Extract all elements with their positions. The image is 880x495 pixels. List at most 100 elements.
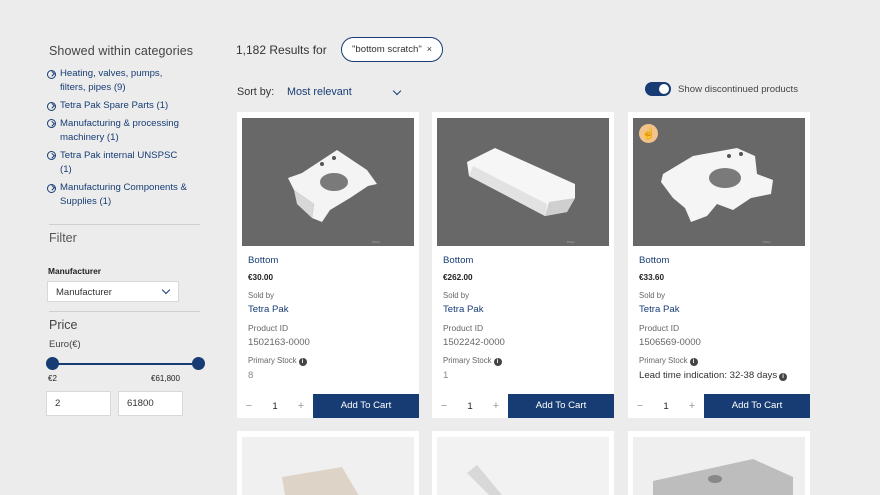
increment-button[interactable]: + (686, 400, 698, 412)
product-id: 1502242-0000 (443, 337, 505, 348)
quantity-value[interactable]: 1 (467, 401, 472, 412)
product-price: €262.00 (443, 273, 473, 282)
check-circle-icon (47, 151, 56, 161)
product-id-label: Product ID (639, 323, 680, 333)
show-discontinued-toggle[interactable] (645, 82, 671, 96)
close-icon[interactable]: × (427, 44, 432, 54)
svg-text:Photo: Photo (567, 240, 575, 244)
sold-by-label: Sold by (639, 291, 666, 300)
sort-label: Sort by: (237, 86, 275, 98)
product-id: 1506569-0000 (639, 337, 701, 348)
quantity-stepper: − 1 + (628, 394, 704, 418)
product-id-label: Product ID (443, 323, 484, 333)
increment-button[interactable]: + (490, 400, 502, 412)
svg-text:Photo: Photo (763, 240, 771, 244)
product-name-link[interactable]: Bottom (248, 255, 278, 266)
add-to-cart-button[interactable]: Add To Cart (313, 394, 419, 418)
results-count: 1,182 Results for (236, 43, 327, 57)
product-image[interactable]: Photo (242, 118, 414, 246)
stock-value: Lead time indication: 32-38 days i (639, 370, 788, 381)
seller-name: Tetra Pak (248, 304, 289, 315)
info-icon[interactable]: i (779, 373, 788, 381)
primary-stock-label: Primary Stock i (639, 356, 698, 366)
category-label: Tetra Pak internal UNSPSC (1) (60, 149, 178, 176)
price-max-label: €61,800 (151, 374, 180, 383)
product-image-drawing (633, 437, 805, 495)
decrement-button[interactable]: − (243, 400, 255, 412)
price-max-input[interactable]: 61800 (118, 391, 183, 416)
divider (49, 311, 200, 312)
product-card (432, 431, 614, 495)
primary-stock-label: Primary Stock i (248, 356, 307, 366)
product-image[interactable] (633, 437, 805, 495)
category-item-spare-parts[interactable]: Tetra Pak Spare Parts (1) (47, 99, 207, 113)
product-card (237, 431, 419, 495)
price-title: Price (49, 318, 78, 332)
stock-value: 1 (443, 370, 449, 381)
search-query-chip[interactable]: "bottom scratch" × (341, 37, 443, 62)
price-min-input[interactable]: 2 (46, 391, 111, 416)
info-icon[interactable]: i (298, 358, 307, 366)
category-label: Heating, valves, pumps, filters, pipes (… (60, 68, 163, 94)
category-label: Tetra Pak Spare Parts (1) (60, 100, 169, 112)
manufacturer-label: Manufacturer (48, 266, 102, 276)
category-item-components[interactable]: Manufacturing Components & Supplies (1) (47, 181, 207, 210)
chevron-down-icon (392, 86, 402, 96)
price-slider-min-handle[interactable] (46, 357, 59, 370)
decrement-button[interactable]: − (634, 400, 646, 412)
sold-by-label: Sold by (443, 291, 470, 300)
category-label: Manufacturing Components & Supplies (1) (60, 182, 187, 208)
product-image[interactable]: Photo ☝ (633, 118, 805, 246)
category-item-machinery[interactable]: Manufacturing & processing machinery (1) (47, 117, 207, 146)
category-item-heating[interactable]: Heating, valves, pumps, filters, pipes (… (47, 67, 207, 96)
product-image[interactable] (242, 437, 414, 495)
seller-name: Tetra Pak (639, 304, 680, 315)
add-to-cart-button[interactable]: Add To Cart (508, 394, 614, 418)
currency-label: Euro(€) (49, 339, 81, 350)
stock-value: 8 (248, 370, 254, 381)
categories-title: Showed within categories (49, 44, 194, 58)
product-image-drawing: Photo (242, 118, 414, 246)
product-card: Photo ☝ Bottom €33.60 Sold by Tetra Pak … (628, 112, 810, 418)
product-id-label: Product ID (248, 323, 289, 333)
sold-by-label: Sold by (248, 291, 275, 300)
product-id: 1502163-0000 (248, 337, 310, 348)
sort-dropdown-value: Most relevant (287, 86, 352, 98)
quantity-stepper: − 1 + (432, 394, 508, 418)
product-image[interactable] (437, 437, 609, 495)
check-circle-icon (47, 69, 56, 79)
product-image-drawing (242, 437, 414, 495)
info-icon[interactable]: i (689, 358, 698, 366)
sort-dropdown[interactable]: Most relevant (287, 86, 403, 98)
svg-text:Photo: Photo (372, 240, 380, 244)
product-name-link[interactable]: Bottom (443, 255, 473, 266)
add-to-cart-button[interactable]: Add To Cart (704, 394, 810, 418)
category-list: Heating, valves, pumps, filters, pipes (… (47, 67, 207, 213)
decrement-button[interactable]: − (438, 400, 450, 412)
search-query-text: "bottom scratch" (352, 44, 422, 55)
primary-stock-label: Primary Stock i (443, 356, 502, 366)
product-image[interactable]: Photo (437, 118, 609, 246)
filter-title: Filter (49, 231, 77, 245)
manufacturer-dropdown[interactable]: Manufacturer (47, 281, 179, 302)
product-card: Photo Bottom €30.00 Sold by Tetra Pak Pr… (237, 112, 419, 418)
price-slider-track[interactable] (51, 363, 198, 365)
divider (49, 224, 200, 225)
price-slider-max-handle[interactable] (192, 357, 205, 370)
product-name-link[interactable]: Bottom (639, 255, 669, 266)
seller-name: Tetra Pak (443, 304, 484, 315)
quantity-value[interactable]: 1 (663, 401, 668, 412)
quantity-value[interactable]: 1 (272, 401, 277, 412)
info-icon[interactable]: i (493, 358, 502, 366)
category-label: Manufacturing & processing machinery (1) (60, 117, 179, 144)
product-price: €33.60 (639, 273, 665, 282)
chevron-down-icon (161, 285, 171, 295)
lead-time-text: Lead time indication: 32-38 days (639, 370, 778, 381)
price-min-label: €2 (48, 374, 57, 383)
hand-icon: ☝ (639, 124, 658, 143)
increment-button[interactable]: + (295, 400, 307, 412)
primary-stock-label-text: Primary Stock (248, 356, 297, 365)
category-item-unspsc[interactable]: Tetra Pak internal UNSPSC (1) (47, 149, 207, 178)
quantity-stepper: − 1 + (237, 394, 313, 418)
show-discontinued-label: Show discontinued products (678, 84, 798, 95)
